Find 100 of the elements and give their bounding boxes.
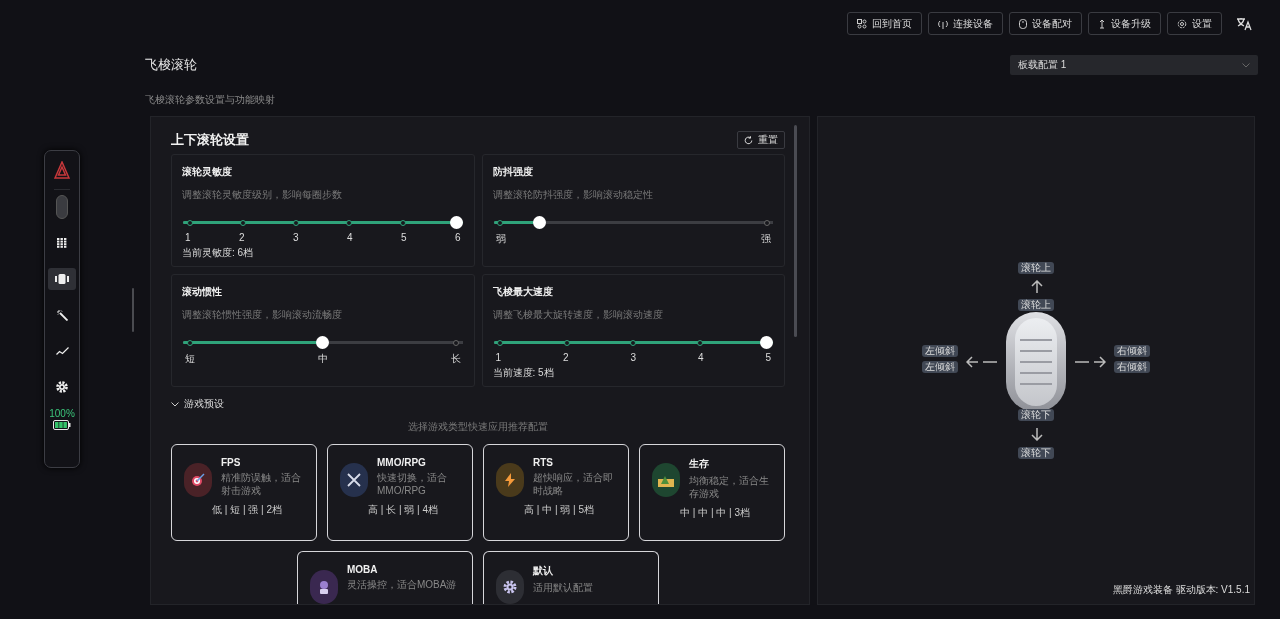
upgrade-button[interactable]: 设备升级 [1088, 12, 1161, 35]
slider-title: 飞梭最大速度 [492, 285, 554, 299]
preset-card[interactable]: MOBA 灵活操控，适合MOBA游 [297, 551, 473, 604]
slider-thumb[interactable] [533, 216, 547, 229]
slider-description: 调整滚轮惯性强度，影响滚动流畅度 [182, 308, 343, 322]
pair-button[interactable]: 设备配对 [1009, 12, 1082, 35]
slider-thumb[interactable] [316, 336, 330, 349]
slider-title: 滚动惯性 [182, 285, 223, 299]
crossed-swords-icon [347, 473, 361, 487]
preset-description: 灵活操控，适合MOBA游 [347, 578, 458, 591]
home-button[interactable]: 回到首页 [847, 12, 922, 35]
connect-button[interactable]: 连接设备 [928, 12, 1003, 35]
preset-description: 超快响应，适合即时战略 [533, 471, 614, 497]
slider-tick [453, 339, 459, 346]
upload-icon [1098, 18, 1106, 29]
slider-tick [630, 339, 637, 346]
right-arrow-icon [1074, 356, 1106, 368]
preset-values: 高 | 长 | 弱 | 4档 [367, 503, 439, 517]
preset-card[interactable]: 生存 均衡稳定，适合生存游戏 中 | 中 | 中 | 3档 [639, 444, 785, 541]
mapping-tag[interactable]: 滚轮下 [1018, 447, 1054, 459]
keypad-icon [57, 237, 67, 249]
lightning-icon [505, 473, 515, 487]
version-text: 黑爵游戏装备 驱动版本: V1.5.1 [1112, 583, 1250, 597]
target-icon [191, 473, 205, 487]
slider-label: 4 [697, 352, 704, 363]
slider-label: 强 [761, 232, 771, 246]
slider-description: 调整滚轮防抖强度，影响滚动稳定性 [492, 188, 654, 202]
slider-tick [239, 219, 246, 226]
preset-name: RTS [533, 457, 554, 468]
slider-tick [497, 339, 503, 346]
slider-label: 1 [185, 232, 191, 243]
preset-name: MMO/RPG [377, 457, 427, 468]
page-title: 飞梭滚轮 [145, 56, 197, 74]
mouse-icon [1019, 18, 1027, 29]
slider-label: 5 [400, 232, 407, 243]
mapping-tag[interactable]: 左倾斜 [922, 361, 958, 373]
slider-label: 2 [563, 352, 569, 363]
slider-label: 3 [292, 232, 299, 243]
slider-thumb[interactable] [449, 216, 463, 229]
slider-reading: 当前灵敏度: 6档 [182, 246, 255, 260]
slider-label: 短 [185, 352, 195, 366]
battery-percentage: 100% [49, 408, 75, 419]
translate-icon[interactable] [1236, 16, 1252, 31]
slider-tick [399, 219, 406, 226]
preset-values: 高 | 中 | 弱 | 5档 [523, 503, 595, 517]
slider-label: 3 [630, 352, 637, 363]
chevron-down-icon [1242, 62, 1250, 68]
mapping-tag[interactable]: 左倾斜 [922, 345, 958, 357]
mapping-tag[interactable]: 滚轮上 [1018, 299, 1054, 311]
chevron-icon [171, 401, 179, 407]
game-presets-toggle[interactable]: 游戏预设 [171, 397, 224, 411]
magic-wand-icon [56, 309, 68, 321]
mapping-tag[interactable]: 右倾斜 [1114, 345, 1150, 357]
slider-title: 滚轮灵敏度 [182, 165, 233, 179]
scrollbar-thumb[interactable] [132, 288, 134, 332]
preset-card[interactable]: FPS 精准防误触，适合射击游戏 低 | 短 | 强 | 2档 [171, 444, 317, 541]
wizard-icon [318, 580, 330, 594]
slider-tick [293, 219, 300, 226]
gear-icon [503, 580, 517, 594]
slider-label: 弱 [495, 232, 506, 246]
wheel-nav-item[interactable] [48, 268, 76, 290]
preset-values: 低 | 短 | 强 | 2档 [211, 503, 283, 517]
preset-name: 默认 [533, 564, 554, 578]
slider-tick [696, 339, 703, 346]
wheel-icon [55, 274, 69, 284]
mapping-tag[interactable]: 右倾斜 [1114, 361, 1150, 373]
slider-tick [763, 219, 770, 226]
slider-tick [563, 339, 570, 346]
preset-name: 生存 [689, 457, 710, 471]
settings-button[interactable]: 设置 [1167, 12, 1222, 35]
mapping-tag[interactable]: 滚轮下 [1018, 409, 1054, 421]
slider-tick [497, 219, 503, 226]
page-subtitle: 飞梭滚轮参数设置与功能映射 [145, 93, 276, 107]
slider-description: 调整飞梭最大旋转速度，影响滚动速度 [492, 308, 664, 322]
slider-thumb[interactable] [760, 336, 773, 349]
down-arrow-icon [1031, 428, 1043, 441]
grid-icon [857, 18, 867, 29]
slider-title: 防抖强度 [492, 165, 534, 179]
preset-card[interactable]: 默认 适用默认配置 [483, 551, 659, 604]
preset-card[interactable]: RTS 超快响应，适合即时战略 高 | 中 | 弱 | 5档 [483, 444, 629, 541]
up-arrow-icon [1031, 280, 1043, 293]
slider-reading: 当前速度: 5档 [492, 366, 555, 380]
preset-description: 精准防误触，适合射击游戏 [221, 471, 302, 497]
scrollbar-thumb[interactable] [794, 125, 797, 337]
profile-dropdown[interactable]: 板载配置 1 [1010, 55, 1258, 75]
slider-label: 1 [495, 352, 502, 363]
slider-label: 4 [346, 232, 353, 243]
preset-name: MOBA [347, 564, 379, 575]
preset-card[interactable]: MMO/RPG 快速切换，适合MMO/RPG 高 | 长 | 弱 | 4档 [327, 444, 473, 541]
slider-label: 2 [239, 232, 245, 243]
presets-hint: 选择游戏类型快速应用推荐配置 [407, 420, 549, 434]
slider-description: 调整滚轮灵敏度级别，影响每圈步数 [182, 188, 343, 202]
mapping-tag[interactable]: 滚轮上 [1018, 262, 1054, 274]
battery-icon [53, 420, 71, 430]
line-chart-icon [55, 347, 69, 355]
logo-icon [54, 161, 70, 179]
slider-tick [186, 219, 193, 226]
reset-button[interactable]: 重置 [737, 131, 785, 149]
slider-label: 长 [450, 352, 461, 366]
refresh-icon [744, 135, 753, 145]
